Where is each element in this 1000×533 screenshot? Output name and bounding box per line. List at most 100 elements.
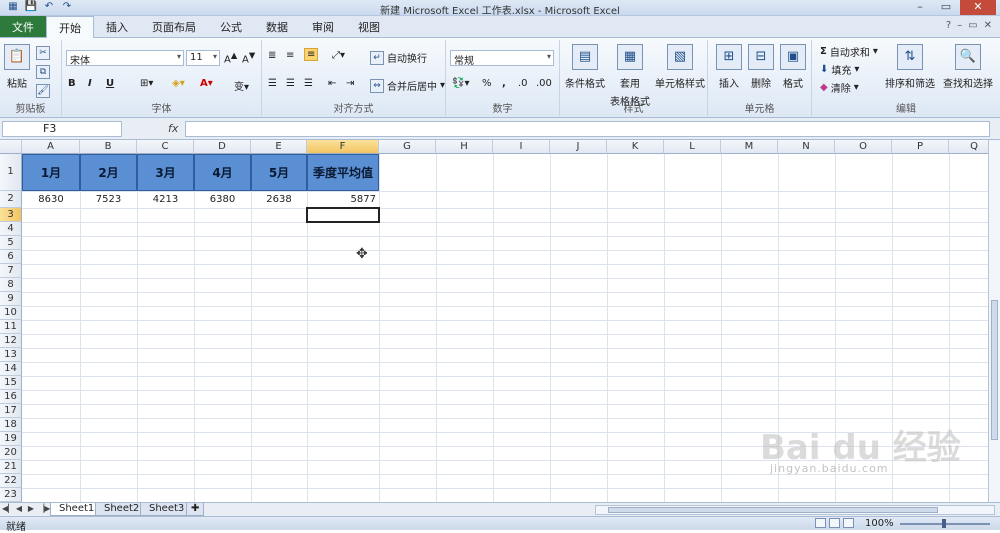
value-cell-c2[interactable]: 4213 bbox=[137, 191, 194, 208]
phonetic-button[interactable]: 变▾ bbox=[234, 78, 249, 93]
cell-styles-button[interactable]: ▧ 单元格样式 bbox=[654, 44, 706, 90]
grow-font-button[interactable]: A▲ bbox=[224, 50, 237, 65]
column-header-a[interactable]: A bbox=[22, 140, 80, 154]
value-cell-d2[interactable]: 6380 bbox=[194, 191, 251, 208]
column-header-e[interactable]: E bbox=[251, 140, 307, 154]
conditional-format-button[interactable]: ▤ 条件格式 bbox=[564, 44, 606, 90]
name-box[interactable]: F3 bbox=[2, 121, 122, 137]
format-cells-button[interactable]: ▣ 格式 bbox=[778, 44, 808, 90]
borders-button[interactable]: ⊞▾ bbox=[140, 78, 153, 89]
active-cell-f3[interactable] bbox=[306, 207, 380, 223]
row-header-4[interactable]: 4 bbox=[0, 222, 22, 236]
formula-input[interactable] bbox=[185, 121, 990, 137]
column-header-h[interactable]: H bbox=[436, 140, 493, 154]
insert-sheet-icon[interactable]: ✚ bbox=[186, 503, 205, 516]
merge-center-button[interactable]: ⇔ 合并后居中 ▾ bbox=[370, 78, 445, 93]
row-header-8[interactable]: 8 bbox=[0, 278, 22, 292]
row-header-22[interactable]: 22 bbox=[0, 474, 22, 488]
header-cell-mar[interactable]: 3月 bbox=[137, 154, 194, 191]
horizontal-scrollbar[interactable] bbox=[595, 505, 995, 515]
font-size-select[interactable]: 11 ▾ bbox=[186, 50, 220, 66]
row-header-23[interactable]: 23 bbox=[0, 488, 22, 502]
number-format-select[interactable]: 常规 ▾ bbox=[450, 50, 554, 67]
value-cell-a2[interactable]: 8630 bbox=[22, 191, 80, 208]
value-cell-b2[interactable]: 7523 bbox=[80, 191, 137, 208]
column-header-c[interactable]: C bbox=[137, 140, 194, 154]
tab-formulas[interactable]: 公式 bbox=[208, 16, 254, 37]
row-header-5[interactable]: 5 bbox=[0, 236, 22, 250]
row-header-11[interactable]: 11 bbox=[0, 320, 22, 334]
align-middle-button[interactable]: ≡ bbox=[286, 50, 294, 61]
column-header-d[interactable]: D bbox=[194, 140, 251, 154]
doc-minimize-icon[interactable]: – bbox=[957, 20, 962, 33]
header-cell-apr[interactable]: 4月 bbox=[194, 154, 251, 191]
align-top-button[interactable]: ≣ bbox=[268, 50, 276, 61]
tab-insert[interactable]: 插入 bbox=[94, 16, 140, 37]
delete-cells-button[interactable]: ⊟ 删除 bbox=[746, 44, 776, 90]
format-painter-button[interactable]: 🖌 bbox=[36, 84, 50, 98]
underline-button[interactable]: U bbox=[106, 78, 114, 89]
align-center-button[interactable]: ☰ bbox=[286, 78, 295, 89]
row-header-2[interactable]: 2 bbox=[0, 191, 22, 208]
row-header-12[interactable]: 12 bbox=[0, 334, 22, 348]
column-header-o[interactable]: O bbox=[835, 140, 892, 154]
row-header-15[interactable]: 15 bbox=[0, 376, 22, 390]
tab-view[interactable]: 视图 bbox=[346, 16, 392, 37]
vertical-scrollbar[interactable] bbox=[988, 140, 1000, 502]
header-cell-may[interactable]: 5月 bbox=[251, 154, 307, 191]
copy-button[interactable]: ⧉ bbox=[36, 65, 50, 79]
bold-button[interactable]: B bbox=[68, 78, 76, 89]
zoom-level[interactable]: 100% bbox=[865, 518, 894, 529]
align-left-button[interactable]: ☰ bbox=[268, 78, 277, 89]
header-cell-quarter-average[interactable]: 季度平均值 bbox=[307, 154, 379, 191]
row-header-17[interactable]: 17 bbox=[0, 404, 22, 418]
column-header-g[interactable]: G bbox=[379, 140, 436, 154]
tab-page-layout[interactable]: 页面布局 bbox=[140, 16, 208, 37]
help-icon[interactable]: ? bbox=[946, 20, 951, 33]
increase-decimal-button[interactable]: .0 bbox=[518, 78, 528, 89]
page-break-view-icon[interactable] bbox=[843, 518, 854, 528]
italic-button[interactable]: I bbox=[88, 78, 92, 89]
increase-indent-button[interactable]: ⇥ bbox=[346, 78, 354, 89]
row-header-18[interactable]: 18 bbox=[0, 418, 22, 432]
tab-review[interactable]: 审阅 bbox=[300, 16, 346, 37]
select-all-corner[interactable] bbox=[0, 140, 22, 154]
cut-button[interactable]: ✂ bbox=[36, 46, 50, 60]
column-header-j[interactable]: J bbox=[550, 140, 607, 154]
shrink-font-button[interactable]: A▼ bbox=[242, 50, 255, 65]
row-header-3[interactable]: 3 bbox=[0, 208, 22, 222]
column-header-f[interactable]: F bbox=[307, 140, 379, 154]
header-cell-jan[interactable]: 1月 bbox=[22, 154, 80, 191]
column-header-n[interactable]: N bbox=[778, 140, 835, 154]
row-header-16[interactable]: 16 bbox=[0, 390, 22, 404]
tab-file[interactable]: 文件 bbox=[0, 16, 46, 37]
page-layout-view-icon[interactable] bbox=[829, 518, 840, 528]
value-cell-e2[interactable]: 2638 bbox=[251, 191, 307, 208]
next-sheet-icon[interactable]: ▶ bbox=[26, 504, 36, 513]
insert-cells-button[interactable]: ⊞ 插入 bbox=[714, 44, 744, 90]
find-select-button[interactable]: 🔍 查找和选择 bbox=[940, 44, 996, 90]
accounting-format-button[interactable]: 💱▾ bbox=[452, 78, 469, 89]
prev-sheet-icon[interactable]: ◀ bbox=[14, 504, 24, 513]
column-header-l[interactable]: L bbox=[664, 140, 721, 154]
column-header-b[interactable]: B bbox=[80, 140, 137, 154]
row-header-10[interactable]: 10 bbox=[0, 306, 22, 320]
doc-close-icon[interactable]: ✕ bbox=[984, 20, 992, 33]
row-header-21[interactable]: 21 bbox=[0, 460, 22, 474]
row-header-14[interactable]: 14 bbox=[0, 362, 22, 376]
paste-button[interactable]: 📋 粘贴 bbox=[4, 44, 30, 90]
sort-filter-button[interactable]: ⇅ 排序和筛选 bbox=[884, 44, 936, 90]
row-header-19[interactable]: 19 bbox=[0, 432, 22, 446]
column-header-k[interactable]: K bbox=[607, 140, 664, 154]
normal-view-icon[interactable] bbox=[815, 518, 826, 528]
row-header-1[interactable]: 1 bbox=[0, 154, 22, 191]
tab-data[interactable]: 数据 bbox=[254, 16, 300, 37]
value-cell-f2[interactable]: 5877 bbox=[307, 191, 379, 208]
tab-home[interactable]: 开始 bbox=[46, 16, 94, 39]
autosum-button[interactable]: Σ 自动求和 ▾ bbox=[820, 44, 878, 59]
minimize-icon[interactable]: – bbox=[908, 0, 932, 15]
column-header-p[interactable]: P bbox=[892, 140, 949, 154]
horizontal-scroll-thumb[interactable] bbox=[608, 507, 938, 513]
zoom-slider-thumb[interactable] bbox=[942, 519, 946, 528]
comma-button[interactable]: , bbox=[502, 78, 506, 89]
